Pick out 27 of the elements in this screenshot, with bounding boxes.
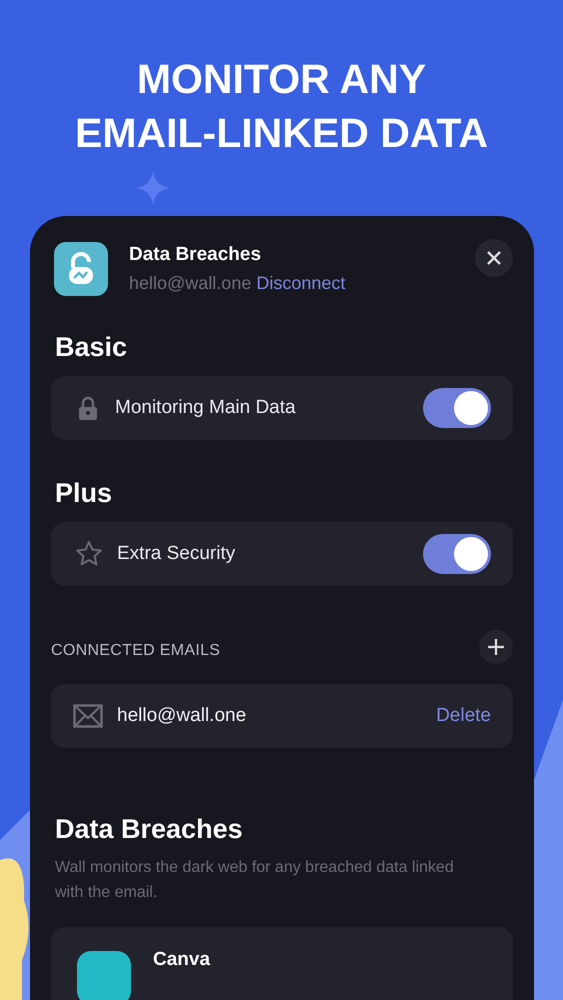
headline: EMAIL-LINKED DATA [75, 109, 488, 158]
account-email: hello@wall.one [129, 273, 252, 293]
sheet-title: Data Breaches [129, 244, 262, 266]
toggle-switch[interactable] [423, 388, 491, 428]
broken-lock-icon [54, 242, 108, 296]
close-icon [486, 250, 502, 266]
disconnect-link[interactable]: Disconnect [256, 273, 346, 293]
close-button[interactable] [475, 239, 513, 277]
headline: MONITOR ANY [136, 55, 426, 104]
section-title: Basic [54, 331, 128, 364]
plus-icon [487, 638, 505, 656]
envelope-icon [73, 704, 103, 728]
breach-row[interactable]: Canva [51, 927, 513, 1000]
section-heading: CONNECTED EMAILS [51, 642, 220, 660]
add-button[interactable] [479, 630, 513, 664]
setting-label: Extra Security [117, 543, 236, 565]
email-address: hello@wall.one [117, 705, 248, 727]
setting-label: Monitoring Main Data [115, 397, 297, 419]
section-title: Plus [54, 477, 114, 510]
toggle-switch[interactable] [423, 534, 491, 574]
service-icon [77, 951, 131, 1000]
service-name: Canva [153, 949, 210, 972]
sparkle-icon [136, 171, 170, 205]
star-icon [75, 540, 103, 568]
delete-link[interactable]: Delete [436, 705, 491, 727]
section-title: Data Breaches [54, 813, 244, 846]
description-text: Wall monitors the dark web for any breached data linked with the email. [55, 858, 455, 903]
